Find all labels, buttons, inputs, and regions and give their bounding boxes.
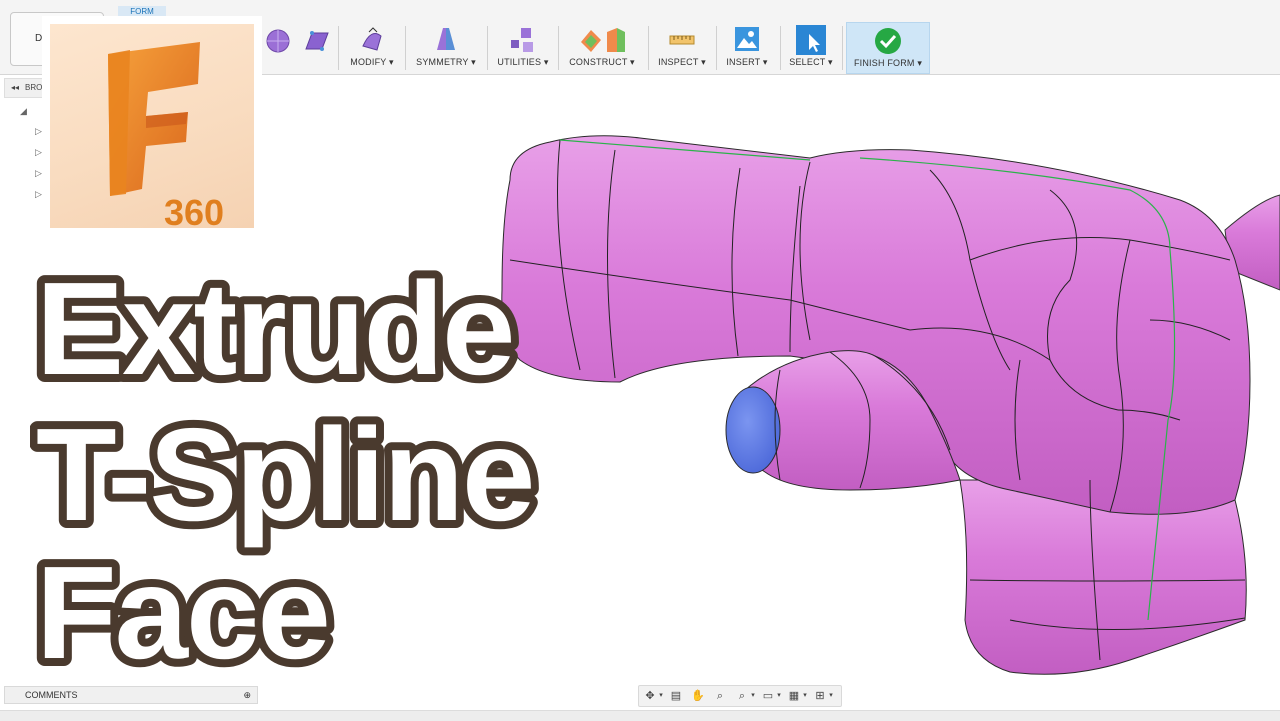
tree-expand-icon[interactable]: ◢ (20, 106, 27, 117)
navigation-toolbar: ✥ ▾ ▤ ✋ ⌕ ⌕ ▾ ▭ ▾ ▦ ▾ ⊞ ▾ (638, 685, 842, 707)
finish-form-label: FINISH FORM (853, 58, 915, 68)
dropdown-caret-icon[interactable]: ▾ (775, 689, 783, 703)
tree-node-caret-icon[interactable]: ▷ (35, 126, 42, 137)
select-label: SELECT (789, 57, 826, 67)
title-line-1: Extrude (36, 262, 513, 402)
add-comment-icon[interactable]: ⊕ (243, 687, 251, 703)
fusion-360-logo: 360 (42, 16, 262, 236)
modify-icon (362, 27, 382, 51)
grid-icon[interactable]: ▦ (787, 689, 801, 703)
tree-node-caret-icon[interactable]: ▷ (35, 168, 42, 179)
utilities-label: UTILITIES (497, 57, 542, 67)
tree-node-caret-icon[interactable]: ▷ (35, 147, 42, 158)
insert-label: INSERT (726, 57, 761, 67)
plane-icon[interactable] (302, 27, 330, 55)
finish-form-button[interactable]: FINISH FORM ▾ (846, 22, 930, 74)
viewports-icon[interactable]: ⊞ (813, 689, 827, 703)
dropdown-caret-icon[interactable]: ▾ (657, 689, 665, 703)
display-settings-icon[interactable]: ▭ (761, 689, 775, 703)
browser-label: BRO (25, 83, 43, 92)
construct-menu[interactable]: CONSTRUCT ▾ (566, 22, 638, 72)
logo-360-text: 360 (164, 192, 225, 233)
checkmark-icon (875, 28, 901, 54)
status-bar (0, 710, 1280, 721)
dropdown-caret-icon[interactable]: ▾ (801, 689, 809, 703)
title-line-3: Face (36, 539, 329, 682)
dropdown-caret-icon[interactable]: ▾ (827, 689, 835, 703)
zoom-icon[interactable]: ⌕ (713, 689, 727, 703)
construct-icon (581, 28, 625, 52)
fit-icon[interactable]: ⌕ (735, 689, 749, 703)
comments-label: COMMENTS (25, 690, 78, 700)
title-line-2: T-Spline (36, 401, 533, 548)
look-at-icon[interactable]: ▤ (669, 689, 683, 703)
orbit-icon[interactable]: ✥ (643, 689, 657, 703)
select-menu[interactable]: SELECT ▾ (788, 22, 834, 72)
tree-node-caret-icon[interactable]: ▷ (35, 189, 42, 200)
symmetry-menu[interactable]: SYMMETRY ▾ (414, 22, 478, 72)
pan-hand-icon[interactable]: ✋ (691, 689, 705, 703)
inspect-label: INSPECT (658, 57, 699, 67)
ruler-icon (669, 35, 695, 45)
dropdown-caret-icon[interactable]: ▾ (749, 689, 757, 703)
construct-label: CONSTRUCT (569, 57, 628, 67)
collapse-panel-icon[interactable]: ◂◂ (11, 79, 19, 97)
symmetry-icon (437, 28, 455, 50)
insert-menu[interactable]: INSERT ▾ (724, 22, 770, 72)
utilities-icon (511, 28, 533, 52)
select-cursor-icon (796, 25, 826, 55)
symmetry-label: SYMMETRY (416, 57, 469, 67)
modify-label: MODIFY (350, 57, 387, 67)
sphere-icon[interactable] (265, 28, 291, 54)
inspect-menu[interactable]: INSPECT ▾ (656, 22, 708, 72)
image-icon (735, 27, 759, 51)
title-overlay: Extrude T-Spline Face (30, 262, 543, 682)
modify-menu[interactable]: MODIFY ▾ (346, 22, 398, 72)
utilities-menu[interactable]: UTILITIES ▾ (496, 22, 550, 72)
comments-panel[interactable]: COMMENTS ⊕ (4, 686, 258, 704)
